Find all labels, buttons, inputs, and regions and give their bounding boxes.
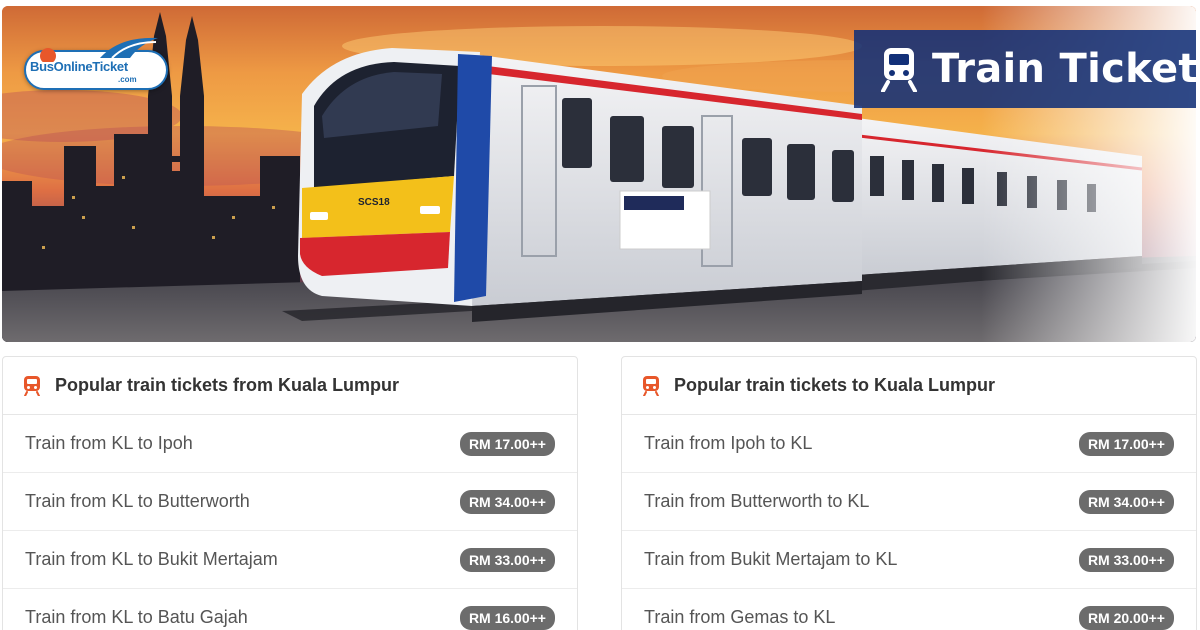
panel-from-kuala-lumpur: Popular train tickets from Kuala Lumpur …: [2, 356, 578, 630]
route-link[interactable]: Train from KL to Bukit Mertajam: [25, 549, 278, 570]
route-row[interactable]: Train from KL to Batu Gajah RM 16.00++: [3, 589, 577, 630]
brand-logo[interactable]: BusOnlineTicket .com: [24, 32, 174, 96]
route-row[interactable]: Train from Gemas to KL RM 20.00++: [622, 589, 1196, 630]
price-badge: RM 16.00++: [459, 605, 555, 630]
price-badge: RM 17.00++: [459, 431, 555, 456]
route-row[interactable]: Train from KL to Ipoh RM 17.00++: [3, 415, 577, 473]
price-badge: RM 20.00++: [1078, 605, 1174, 630]
page-title: Train Ticket: [932, 46, 1196, 92]
price-badge: RM 34.00++: [1078, 489, 1174, 514]
train-ticket-title-badge: Train Ticket: [854, 30, 1196, 108]
train-icon: [881, 48, 917, 92]
panel-header: Popular train tickets to Kuala Lumpur: [622, 357, 1196, 415]
panel-to-kuala-lumpur: Popular train tickets to Kuala Lumpur Tr…: [621, 356, 1197, 630]
hero-banner: SCS18 BusOnlineTicket .com Train Ticket: [2, 6, 1196, 342]
route-link[interactable]: Train from KL to Butterworth: [25, 491, 250, 512]
train-code-label: SCS18: [358, 197, 390, 208]
logo-domain: .com: [118, 75, 137, 84]
route-row[interactable]: Train from Bukit Mertajam to KL RM 33.00…: [622, 531, 1196, 589]
price-badge: RM 33.00++: [1078, 547, 1174, 572]
bus-swoosh-icon: [40, 37, 158, 62]
route-link[interactable]: Train from Ipoh to KL: [644, 433, 812, 454]
price-badge: RM 34.00++: [459, 489, 555, 514]
route-link[interactable]: Train from Butterworth to KL: [644, 491, 869, 512]
panel-heading: Popular train tickets to Kuala Lumpur: [674, 375, 996, 395]
route-row[interactable]: Train from KL to Butterworth RM 34.00++: [3, 473, 577, 531]
route-link[interactable]: Train from KL to Ipoh: [25, 433, 193, 454]
route-link[interactable]: Train from Gemas to KL: [644, 607, 835, 628]
price-badge: RM 33.00++: [459, 547, 555, 572]
route-row[interactable]: Train from Butterworth to KL RM 34.00++: [622, 473, 1196, 531]
train-icon: [643, 375, 659, 396]
route-link[interactable]: Train from Bukit Mertajam to KL: [644, 549, 897, 570]
logo-text: BusOnlineTicket: [30, 59, 128, 74]
route-row[interactable]: Train from Ipoh to KL RM 17.00++: [622, 415, 1196, 473]
panel-header: Popular train tickets from Kuala Lumpur: [3, 357, 577, 415]
train-icon: [24, 375, 40, 396]
panel-heading: Popular train tickets from Kuala Lumpur: [55, 375, 400, 395]
price-badge: RM 17.00++: [1078, 431, 1174, 456]
route-link[interactable]: Train from KL to Batu Gajah: [25, 607, 248, 628]
route-row[interactable]: Train from KL to Bukit Mertajam RM 33.00…: [3, 531, 577, 589]
